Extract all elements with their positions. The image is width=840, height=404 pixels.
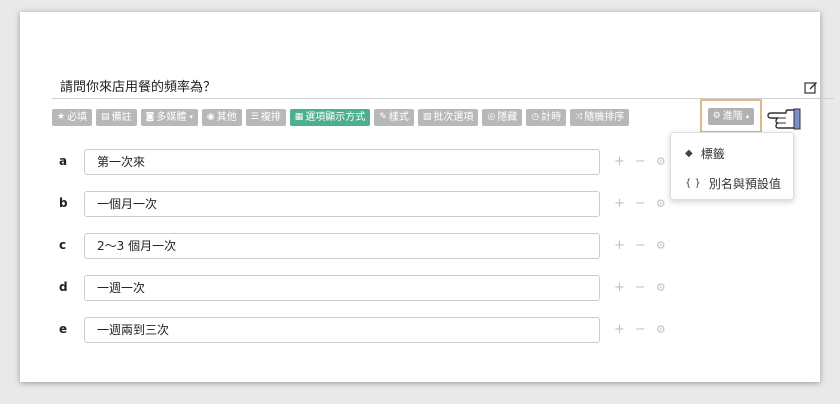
gear-icon: ⚙ xyxy=(712,110,721,121)
option-row: c 2～3 個月一次 + − ⚙ xyxy=(20,233,820,259)
option-settings-icon[interactable]: ⚙ xyxy=(656,280,666,296)
grid-icon: ▦ xyxy=(294,112,304,122)
hide-label: 隱藏 xyxy=(497,112,518,123)
add-option-icon[interactable]: + xyxy=(614,322,625,338)
add-option-icon[interactable]: + xyxy=(614,196,625,212)
option-row: d 一週一次 + − ⚙ xyxy=(20,275,820,301)
batch-options-button[interactable]: ▧ 批次選項 xyxy=(417,109,479,126)
advanced-highlight: ⚙ 進階 ▴ xyxy=(700,99,762,133)
add-option-icon[interactable]: + xyxy=(614,280,625,296)
star-icon: ★ xyxy=(57,112,66,122)
option-row: e 一週兩到三次 + − ⚙ xyxy=(20,317,820,343)
advanced-label: 進階 xyxy=(722,110,743,122)
style-label: 樣式 xyxy=(388,112,409,123)
braces-icon: { } xyxy=(685,178,701,189)
note-icon: ▤ xyxy=(101,112,110,122)
shuffle-icon: ⤨ xyxy=(575,112,583,122)
option-display-label: 選項顯示方式 xyxy=(305,112,366,123)
option-letter: a xyxy=(59,154,68,168)
add-option-icon[interactable]: + xyxy=(614,154,625,170)
remove-option-icon[interactable]: − xyxy=(635,322,646,338)
option-input[interactable]: 一週兩到三次 xyxy=(84,317,600,343)
option-settings-icon[interactable]: ⚙ xyxy=(656,196,666,212)
option-letter: d xyxy=(59,280,68,294)
add-option-icon[interactable]: + xyxy=(614,238,625,254)
radio-icon: ◉ xyxy=(206,112,215,122)
option-actions: + − ⚙ xyxy=(614,196,666,212)
caret-up-icon: ▴ xyxy=(745,111,750,120)
clock-icon: ◷ xyxy=(531,112,540,122)
required-label: 必填 xyxy=(67,112,88,123)
option-letter: e xyxy=(59,322,68,336)
document-icon: ▧ xyxy=(422,112,432,122)
menu-item-alias-defaults[interactable]: { } 別名與預設值 xyxy=(685,175,781,192)
camera-icon: ◙ xyxy=(145,112,155,122)
edit-icon[interactable] xyxy=(804,80,818,94)
other-button[interactable]: ◉ 其他 xyxy=(201,109,242,126)
option-settings-icon[interactable]: ⚙ xyxy=(656,154,666,170)
question-card: 請問你來店用餐的頻率為？ ★ 必填 ▤ 備註 ◙ 多媒體 ▾ ◉ 其他 ☰ 複排… xyxy=(20,12,834,382)
media-label: 多媒體 xyxy=(156,112,187,123)
list-icon: ☰ xyxy=(250,112,259,122)
option-settings-icon[interactable]: ⚙ xyxy=(656,322,666,338)
option-input[interactable]: 2～3 個月一次 xyxy=(84,233,600,259)
option-letter: b xyxy=(59,196,68,210)
option-input[interactable]: 第一次來 xyxy=(84,149,600,175)
option-settings-icon[interactable]: ⚙ xyxy=(656,238,666,254)
batch-options-label: 批次選項 xyxy=(433,112,474,123)
remove-option-icon[interactable]: − xyxy=(635,196,646,212)
random-order-label: 隨機排序 xyxy=(584,112,625,123)
option-row: b 一個月一次 + − ⚙ xyxy=(20,191,820,217)
advanced-button[interactable]: ⚙ 進階 ▴ xyxy=(707,107,755,125)
option-actions: + − ⚙ xyxy=(614,280,666,296)
option-display-button[interactable]: ▦ 選項顯示方式 xyxy=(289,109,371,126)
required-button[interactable]: ★ 必填 xyxy=(52,109,93,126)
question-title[interactable]: 請問你來店用餐的頻率為？ xyxy=(60,76,216,95)
note-label: 備註 xyxy=(111,112,132,123)
caret-down-icon: ▾ xyxy=(189,113,193,121)
layout-button[interactable]: ☰ 複排 xyxy=(245,109,286,126)
timer-label: 計時 xyxy=(541,112,562,123)
remove-option-icon[interactable]: − xyxy=(635,280,646,296)
option-input[interactable]: 一個月一次 xyxy=(84,191,600,217)
style-button[interactable]: ✎ 樣式 xyxy=(374,109,414,126)
other-label: 其他 xyxy=(216,112,237,123)
option-actions: + − ⚙ xyxy=(614,154,666,170)
option-actions: + − ⚙ xyxy=(614,322,666,338)
menu-item-alias-defaults-label: 別名與預設值 xyxy=(708,177,781,191)
media-button[interactable]: ◙ 多媒體 ▾ xyxy=(140,109,198,126)
option-input[interactable]: 一週一次 xyxy=(84,275,600,301)
remove-option-icon[interactable]: − xyxy=(635,238,646,254)
remove-option-icon[interactable]: − xyxy=(635,154,646,170)
option-row: a 第一次來 + − ⚙ xyxy=(20,149,820,175)
option-letter: c xyxy=(59,238,67,252)
option-actions: + − ⚙ xyxy=(614,238,666,254)
random-order-button[interactable]: ⤨ 隨機排序 xyxy=(570,109,630,126)
eye-icon: ◎ xyxy=(487,112,496,122)
question-toolbar: ★ 必填 ▤ 備註 ◙ 多媒體 ▾ ◉ 其他 ☰ 複排 ▦ 選項顯示方式 ✎ 樣… xyxy=(52,109,630,126)
timer-button[interactable]: ◷ 計時 xyxy=(526,109,567,126)
brush-icon: ✎ xyxy=(379,112,387,122)
pointing-hand-icon xyxy=(767,108,801,130)
layout-label: 複排 xyxy=(260,112,281,123)
note-button[interactable]: ▤ 備註 xyxy=(96,109,137,126)
hide-button[interactable]: ◎ 隱藏 xyxy=(482,109,523,126)
